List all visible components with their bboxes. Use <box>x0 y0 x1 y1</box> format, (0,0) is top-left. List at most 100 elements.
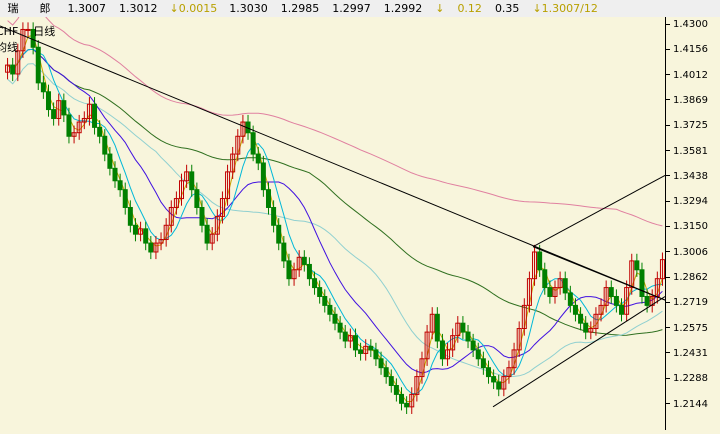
candle-down <box>342 331 348 342</box>
quote-down-arrow-icon: ↓ <box>435 2 445 15</box>
period-label: 日线 <box>33 25 56 38</box>
price-tick: 1.2862 <box>666 272 720 283</box>
price-axis: 1.4300 1.4156 1.4012 1.3869 1.3725 1.3581 1.34… <box>665 17 720 430</box>
candle-down <box>286 260 292 280</box>
candle-down <box>255 153 261 164</box>
candle-down <box>547 287 553 297</box>
candle-down <box>537 251 543 271</box>
candle-down <box>51 109 57 119</box>
candle-down <box>567 292 573 306</box>
candle-down <box>276 224 282 244</box>
quote-low2: 1.2997 <box>332 2 371 15</box>
quote-name2: 郎 <box>39 2 51 15</box>
candle-down <box>199 206 205 226</box>
quote-bar: 瑞 郎 1.3007 1.3012 ↓0.0015 1.3030 1.2985 … <box>0 0 720 18</box>
candle-down <box>260 162 266 191</box>
quote-v3: 1.3007/12 <box>541 2 598 15</box>
price-tick: 1.3150 <box>666 221 720 232</box>
price-tick: 1.2431 <box>666 348 720 359</box>
price-tick: 1.2575 <box>666 323 720 334</box>
candlestick-chart-svg <box>0 4 666 414</box>
candle-down <box>281 242 287 262</box>
quote-change: 0.0015 <box>178 2 218 15</box>
price-tick: 1.2288 <box>666 373 720 384</box>
symbol-label: CHF <box>0 25 19 38</box>
candle-down <box>562 278 568 294</box>
candle-down <box>578 313 584 324</box>
quote-v3-arrow-icon: ↓ <box>532 2 542 15</box>
candle-down <box>619 304 625 315</box>
candle-down <box>613 295 619 306</box>
price-tick: 1.2719 <box>666 297 720 308</box>
candle-down <box>143 228 149 244</box>
chart-window: 瑞 郎 1.3007 1.3012 ↓0.0015 1.3030 1.2985 … <box>0 0 720 430</box>
price-tick: 1.4300 <box>666 19 720 30</box>
price-tick: 1.4012 <box>666 70 720 81</box>
candle-down <box>194 189 200 208</box>
candle-down <box>399 393 405 404</box>
candle-down <box>92 103 98 128</box>
candle-down <box>107 153 113 169</box>
price-axis-ticks: 1.4300 1.4156 1.4012 1.3869 1.3725 1.3581 1.34… <box>666 17 720 430</box>
candle-down <box>572 304 578 315</box>
candle-down <box>404 402 410 408</box>
candle-down <box>250 132 256 155</box>
candle-down <box>393 384 399 395</box>
candle-down <box>127 206 133 226</box>
candle-down <box>327 304 333 315</box>
candle-down <box>373 349 379 360</box>
candle-down <box>117 180 123 191</box>
candle-down <box>378 358 384 369</box>
candle-down <box>332 313 338 324</box>
candle-down <box>204 224 210 244</box>
candle-down <box>434 313 440 342</box>
candle-down <box>97 126 103 137</box>
candle-down <box>634 260 640 271</box>
price-chart[interactable]: CHF 日线 均线 <box>0 4 666 430</box>
price-tick: 1.3581 <box>666 146 720 157</box>
candle-down <box>583 322 589 333</box>
candle-down <box>10 64 16 75</box>
candle-down <box>148 242 154 253</box>
candle-down <box>271 206 277 226</box>
candle-down <box>40 82 46 93</box>
candle-down <box>460 322 466 333</box>
candle-down <box>352 335 358 351</box>
candle-down <box>122 189 128 208</box>
candle-down <box>317 287 323 297</box>
quote-last: 1.3030 <box>229 2 268 15</box>
candle-down <box>608 287 614 297</box>
quote-v1: 0.12 <box>457 2 482 15</box>
candle-down <box>265 189 271 208</box>
quote-prev: 1.2992 <box>383 2 423 15</box>
ma-line-10 <box>7 48 663 394</box>
candle-down <box>189 171 195 191</box>
price-tick: 1.3438 <box>666 171 720 182</box>
extra-label: 均线 <box>0 41 18 54</box>
candle-down <box>322 295 328 306</box>
candle-down <box>132 224 138 235</box>
candle-down <box>306 263 312 280</box>
price-tick: 1.3725 <box>666 120 720 131</box>
price-tick: 1.3869 <box>666 95 720 106</box>
candle-down <box>337 322 343 333</box>
candle-down <box>45 91 51 111</box>
candle-down <box>312 278 318 289</box>
candle-down <box>639 269 645 297</box>
candle-down <box>358 349 364 354</box>
trendline-channel <box>532 174 666 248</box>
price-tick: 1.3294 <box>666 196 720 207</box>
quote-name: 瑞 <box>7 2 19 15</box>
candle-down <box>485 367 491 378</box>
candle-down <box>644 295 650 306</box>
candle-down <box>112 167 118 182</box>
candle-down <box>368 345 374 351</box>
candle-down <box>66 114 72 137</box>
quote-change-arrow-icon: ↓ <box>169 2 179 15</box>
candle-down <box>465 331 471 342</box>
price-tick: 1.4156 <box>666 44 720 55</box>
quote-high: 1.3012 <box>119 2 158 15</box>
candle-down <box>35 46 41 84</box>
candle-down <box>475 349 481 360</box>
candle-down <box>61 100 67 116</box>
